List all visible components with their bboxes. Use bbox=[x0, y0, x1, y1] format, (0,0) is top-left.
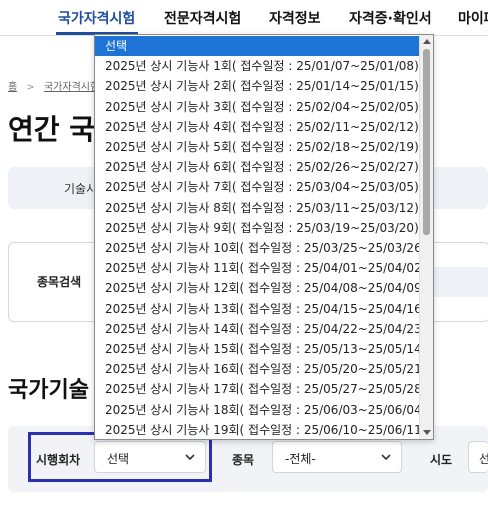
nav-item-qualification-info[interactable]: 자격정보 bbox=[269, 8, 321, 28]
dropdown-option-label: 2025년 상시 기능사 5회( 접수일정 : 25/02/18~25/02/1… bbox=[105, 140, 419, 154]
dropdown-option[interactable]: 2025년 상시 기능사 1회( 접수일정 : 25/01/07~25/01/0… bbox=[95, 56, 420, 76]
dropdown-option[interactable]: 2025년 상시 기능사 19회( 접수일정 : 25/06/10~25/06/… bbox=[95, 420, 420, 439]
dropdown-option-label: 선택 bbox=[105, 39, 128, 53]
item-label: 종목 bbox=[232, 453, 255, 467]
dropdown-option[interactable]: 2025년 상시 기능사 10회( 접수일정 : 25/03/25~25/03/… bbox=[95, 238, 420, 258]
breadcrumb-home[interactable]: 홈 bbox=[8, 82, 17, 93]
dropdown-option-label: 2025년 상시 기능사 6회( 접수일정 : 25/02/26~25/02/2… bbox=[105, 160, 419, 175]
round-select-value: 선택 bbox=[107, 452, 130, 466]
region-select[interactable]: 선 bbox=[468, 441, 488, 473]
dropdown-option[interactable]: 2025년 상시 기능사 11회( 접수일정 : 25/04/01~25/04/… bbox=[95, 258, 420, 278]
dropdown-option[interactable]: 2025년 상시 기능사 4회( 접수일정 : 25/02/11~25/02/1… bbox=[95, 117, 420, 137]
page-title: 연간 국 bbox=[8, 113, 96, 146]
dropdown-option[interactable]: 2025년 상시 기능사 9회( 접수일정 : 25/03/19~25/03/2… bbox=[95, 218, 420, 238]
item-search-field[interactable] bbox=[429, 267, 488, 297]
dropdown-option-label: 2025년 상시 기능사 15회( 접수일정 : 25/05/13~25/05/… bbox=[105, 342, 420, 356]
top-navigation: 국가자격시험 전문자격시험 자격정보 자격증·확인서 마이페 bbox=[0, 0, 488, 36]
dropdown-option[interactable]: 2025년 상시 기능사 16회( 접수일정 : 25/05/20~25/05/… bbox=[95, 359, 420, 379]
dropdown-option-label: 2025년 상시 기능사 9회( 접수일정 : 25/03/19~25/03/2… bbox=[105, 220, 419, 235]
dropdown-option-label: 2025년 상시 기능사 14회( 접수일정 : 25/04/22~25/04/… bbox=[105, 321, 420, 336]
dropdown-option-label: 2025년 상시 기능사 8회( 접수일정 : 25/03/11~25/03/1… bbox=[105, 200, 419, 215]
dropdown-option-label: 2025년 상시 기능사 12회( 접수일정 : 25/04/08~25/04/… bbox=[105, 281, 420, 296]
scroll-down-arrow-icon[interactable] bbox=[423, 430, 431, 435]
dropdown-option-label: 2025년 상시 기능사 4회( 접수일정 : 25/02/11~25/02/1… bbox=[105, 119, 419, 134]
dropdown-option-label: 2025년 상시 기능사 18회( 접수일정 : 25/06/03~25/06/… bbox=[105, 402, 420, 417]
dropdown-option-label: 2025년 상시 기능사 2회( 접수일정 : 25/01/14~25/01/1… bbox=[105, 79, 419, 94]
dropdown-option-label: 2025년 상시 기능사 3회( 접수일정 : 25/02/04~25/02/0… bbox=[105, 99, 419, 114]
item-search-label: 종목검색 bbox=[37, 275, 82, 289]
scroll-up-arrow-icon[interactable] bbox=[423, 39, 431, 44]
dropdown-option[interactable]: 2025년 상시 기능사 18회( 접수일정 : 25/06/03~25/06/… bbox=[95, 400, 420, 420]
breadcrumb-separator: > bbox=[26, 82, 35, 93]
dropdown-option[interactable]: 2025년 상시 기능사 14회( 접수일정 : 25/04/22~25/04/… bbox=[95, 319, 420, 339]
dropdown-option[interactable]: 2025년 상시 기능사 2회( 접수일정 : 25/01/14~25/01/1… bbox=[95, 76, 420, 96]
item-select-value: -전체- bbox=[285, 452, 316, 466]
chevron-down-icon bbox=[185, 454, 195, 461]
dropdown-option[interactable]: 선택 bbox=[95, 36, 420, 56]
breadcrumb-current[interactable]: 국가자격시험 bbox=[44, 82, 99, 93]
nav-item-professional-exam[interactable]: 전문자격시험 bbox=[164, 8, 241, 28]
dropdown-option-label: 2025년 상시 기능사 19회( 접수일정 : 25/06/10~25/06/… bbox=[105, 422, 420, 437]
dropdown-scroll-thumb[interactable] bbox=[423, 49, 430, 235]
dropdown-option[interactable]: 2025년 상시 기능사 13회( 접수일정 : 25/04/15~25/04/… bbox=[95, 299, 420, 319]
dropdown-option[interactable]: 2025년 상시 기능사 15회( 접수일정 : 25/05/13~25/05/… bbox=[95, 339, 420, 359]
region-select-value: 선 bbox=[479, 452, 488, 466]
dropdown-scrollbar[interactable] bbox=[419, 35, 433, 439]
dropdown-option-label: 2025년 상시 기능사 13회( 접수일정 : 25/04/15~25/04/… bbox=[105, 301, 420, 316]
dropdown-option-label: 2025년 상시 기능사 17회( 접수일정 : 25/05/27~25/05/… bbox=[105, 382, 420, 397]
chevron-down-icon bbox=[381, 454, 391, 461]
nav-item-certificate[interactable]: 자격증·확인서 bbox=[349, 8, 432, 28]
dropdown-option-label: 2025년 상시 기능사 11회( 접수일정 : 25/04/01~25/04/… bbox=[105, 261, 420, 276]
dropdown-option[interactable]: 2025년 상시 기능사 17회( 접수일정 : 25/05/27~25/05/… bbox=[95, 379, 420, 399]
section-heading: 국가기술 bbox=[8, 378, 89, 403]
round-dropdown-list[interactable]: 2025년 상시 기능사 19회( 접수일정 : 25/06/10~25/06/… bbox=[94, 34, 434, 440]
dropdown-option-label: 2025년 상시 기능사 1회( 접수일정 : 25/01/07~25/01/0… bbox=[105, 59, 419, 74]
round-label: 시행회차 bbox=[36, 453, 81, 467]
tab-professional-engineer[interactable]: 기술사 bbox=[64, 180, 97, 197]
dropdown-option[interactable]: 2025년 상시 기능사 6회( 접수일정 : 25/02/26~25/02/2… bbox=[95, 157, 420, 177]
nav-item-mypage[interactable]: 마이페 bbox=[458, 8, 488, 28]
dropdown-option[interactable]: 2025년 상시 기능사 3회( 접수일정 : 25/02/04~25/02/0… bbox=[95, 97, 420, 117]
dropdown-option-label: 2025년 상시 기능사 10회( 접수일정 : 25/03/25~25/03/… bbox=[105, 241, 420, 255]
dropdown-option[interactable]: 2025년 상시 기능사 8회( 접수일정 : 25/03/11~25/03/1… bbox=[95, 198, 420, 218]
region-label: 시도 bbox=[430, 453, 453, 467]
item-select[interactable]: -전체- bbox=[272, 441, 402, 473]
dropdown-option[interactable]: 2025년 상시 기능사 7회( 접수일정 : 25/03/04~25/03/0… bbox=[95, 177, 420, 197]
dropdown-option-label: 2025년 상시 기능사 16회( 접수일정 : 25/05/20~25/05/… bbox=[105, 362, 420, 377]
dropdown-option[interactable]: 2025년 상시 기능사 12회( 접수일정 : 25/04/08~25/04/… bbox=[95, 278, 420, 298]
breadcrumb: 홈 > 국가자격시험 bbox=[8, 78, 99, 93]
dropdown-option-label: 2025년 상시 기능사 7회( 접수일정 : 25/03/04~25/03/0… bbox=[105, 180, 419, 195]
nav-item-national-exam[interactable]: 국가자격시험 bbox=[58, 8, 135, 28]
dropdown-option[interactable]: 2025년 상시 기능사 5회( 접수일정 : 25/02/18~25/02/1… bbox=[95, 137, 420, 157]
round-select[interactable]: 선택 bbox=[94, 441, 206, 473]
